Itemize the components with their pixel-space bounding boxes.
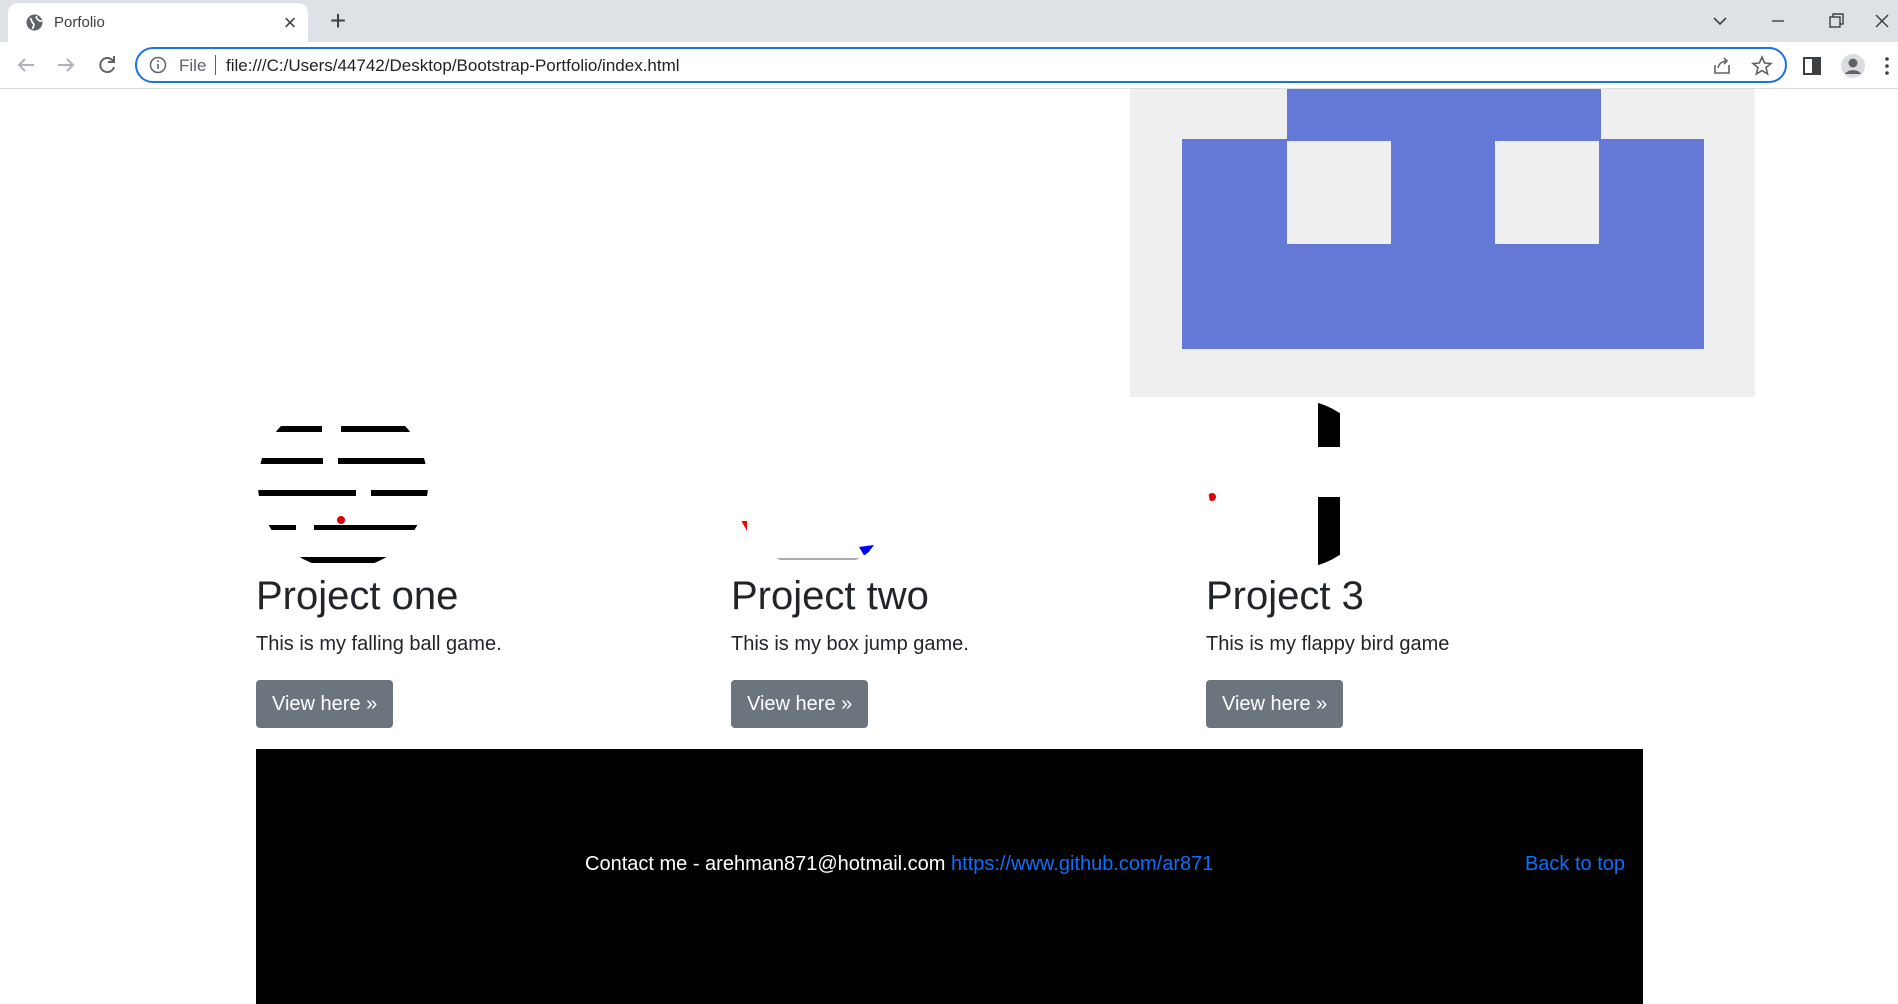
profile-avatar-icon[interactable]: [1840, 53, 1866, 79]
page-viewport: Project one This is my falling ball game…: [0, 89, 1898, 1004]
project-description: This is my flappy bird game: [1206, 633, 1450, 655]
contact-text: Contact me - arehman871@hotmail.com: [585, 853, 952, 875]
address-url[interactable]: file:///C:/Users/44742/Desktop/Bootstrap…: [226, 56, 680, 76]
site-info-icon[interactable]: [149, 56, 167, 74]
browser-tab[interactable]: Porfolio ×: [8, 3, 308, 42]
project-title: Project one: [256, 574, 459, 618]
project-one-thumbnail: [258, 399, 428, 569]
address-bar[interactable]: File file:///C:/Users/44742/Desktop/Boot…: [135, 47, 1787, 83]
project-title: Project two: [731, 574, 929, 618]
project-three-thumbnail: [1208, 399, 1378, 569]
menu-kebab-icon[interactable]: [1880, 53, 1894, 79]
address-scheme-label: File: [179, 56, 207, 75]
reload-icon[interactable]: [93, 51, 121, 79]
page-footer: Contact me - arehman871@hotmail.com http…: [256, 749, 1643, 1004]
bookmark-star-icon[interactable]: [1751, 55, 1773, 77]
project-two-thumbnail: [733, 399, 903, 569]
browser-tabstrip: Porfolio × +: [0, 0, 1898, 42]
project-description: This is my box jump game.: [731, 633, 969, 655]
hero-illustration: [1130, 89, 1755, 397]
view-project-two-button[interactable]: View here »: [731, 680, 869, 728]
browser-toolbar: File file:///C:/Users/44742/Desktop/Boot…: [0, 42, 1898, 89]
tab-title: Porfolio: [54, 14, 105, 31]
forward-arrow-icon[interactable]: [52, 51, 80, 79]
view-project-three-button[interactable]: View here »: [1206, 680, 1344, 728]
tab-search-icon[interactable]: [1704, 6, 1736, 36]
github-link[interactable]: https://www.github.com/ar871: [951, 853, 1213, 875]
globe-icon: [26, 14, 43, 31]
side-panel-icon[interactable]: [1799, 53, 1825, 79]
close-window-icon[interactable]: [1866, 6, 1898, 36]
project-title: Project 3: [1206, 574, 1364, 618]
contact-line: Contact me - arehman871@hotmail.com http…: [585, 853, 1213, 876]
new-tab-button[interactable]: +: [322, 6, 354, 38]
share-icon[interactable]: [1711, 55, 1733, 77]
view-project-one-button[interactable]: View here »: [256, 680, 394, 728]
minimize-icon[interactable]: [1762, 6, 1794, 36]
tab-close-icon[interactable]: ×: [278, 11, 302, 35]
restore-icon[interactable]: [1820, 6, 1852, 36]
address-separator: [215, 55, 216, 75]
back-to-top-link[interactable]: Back to top: [1525, 853, 1625, 876]
back-arrow-icon[interactable]: [12, 51, 40, 79]
project-description: This is my falling ball game.: [256, 633, 502, 655]
